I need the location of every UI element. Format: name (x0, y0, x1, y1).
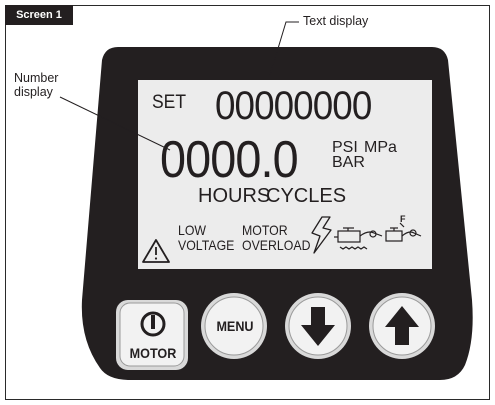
number-display-callout-line2: display (14, 85, 53, 99)
overload-indicator: OVERLOAD (242, 237, 311, 253)
cycles-indicator: CYCLES (266, 185, 347, 207)
text-display-callout: Text display (303, 14, 369, 28)
motor-indicator: MOTOR (242, 222, 288, 238)
hours-indicator: HOURS (198, 185, 271, 207)
number-display-callout-line1: Number (14, 71, 59, 85)
pump-flag-f: F (400, 214, 406, 224)
down-button[interactable] (285, 293, 351, 359)
unit-bar: BAR (332, 154, 365, 171)
up-button[interactable] (369, 293, 435, 359)
set-indicator: SET (152, 92, 186, 113)
text-display-digits: 00000000 (215, 84, 372, 128)
voltage-indicator: VOLTAGE (178, 237, 235, 253)
number-display-digits: 0000.0 (160, 131, 299, 189)
unit-mpa: MPa (364, 139, 397, 156)
motor-button-label: MOTOR (129, 345, 177, 361)
low-indicator: LOW (178, 222, 207, 238)
number-display-callout: Number display (14, 71, 58, 99)
menu-button-label: MENU (216, 318, 254, 334)
figure: Screen 1 Text display Number display SET… (0, 0, 495, 405)
